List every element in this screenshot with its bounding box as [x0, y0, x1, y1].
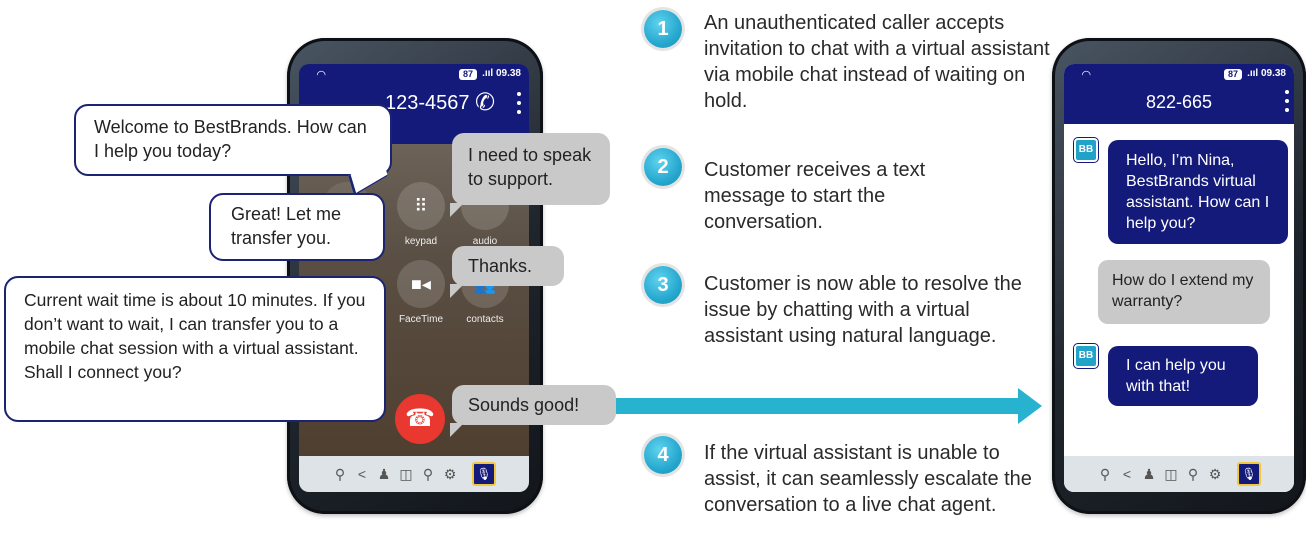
search-icon[interactable]: ⚲	[332, 466, 348, 483]
step-3-text: Customer is now able to resolve the issu…	[704, 273, 1022, 347]
step-4-text: If the virtual assistant is unable to as…	[704, 442, 1032, 516]
chat-message-user: How do I extend my warranty?	[1098, 260, 1270, 324]
people-icon[interactable]: ♟	[376, 466, 392, 483]
bubble-thanks: Thanks.	[450, 246, 564, 298]
keypad-label: keypad	[404, 236, 438, 247]
bubble-sounds-good-text: Sounds good!	[468, 395, 580, 415]
bubble-thanks-text: Thanks.	[468, 256, 533, 276]
right-phone: ◠ 87 .ııl 09.38 822-665 BB Hello, I’m Ni…	[1052, 38, 1306, 514]
bubble-great: Great! Let me transfer you.	[209, 193, 385, 261]
end-call-button[interactable]: ☎	[395, 394, 445, 444]
step-1-text: An unauthenticated caller accepts invita…	[704, 12, 1050, 112]
camera-icon[interactable]: ◫	[398, 466, 414, 483]
bottom-toolbar: ⚲ < ♟ ◫ ⚲ ⚙ 🎙	[1064, 456, 1294, 492]
status-bar: ◠ 87 .ııl 09.38	[299, 64, 529, 86]
transfer-arrow	[616, 398, 1022, 414]
chat-message-text: I can help you with that!	[1126, 357, 1226, 395]
step-3-badge: 3	[644, 266, 682, 304]
signal-time: .ııl 09.38	[482, 68, 521, 79]
search-icon[interactable]: ⚲	[1097, 466, 1113, 483]
step-1-badge: 1	[644, 10, 682, 48]
bubble-wait-time-text: Current wait time is about 10 minutes. I…	[24, 290, 366, 382]
brand-logo-icon: BB	[1074, 344, 1098, 368]
chat-title: 822-665	[1145, 92, 1213, 112]
microphone-icon[interactable]: 🎙	[1237, 462, 1261, 486]
location-icon[interactable]: ⚲	[420, 466, 436, 483]
step-4-badge: 4	[644, 436, 682, 474]
step-2-text: Customer receives a text message to star…	[704, 159, 926, 233]
battery-indicator: 87	[1223, 69, 1242, 80]
facetime-label: FaceTime	[398, 314, 444, 325]
microphone-icon[interactable]: 🎙	[472, 462, 496, 486]
wifi-icon: ◠	[317, 69, 326, 81]
bubble-need-support-text: I need to speak to support.	[468, 145, 592, 189]
status-bar: ◠ 87 .ııl 09.38	[1064, 64, 1294, 86]
bubble-great-text: Great! Let me transfer you.	[231, 204, 342, 248]
chat-message-text: How do I extend my warranty?	[1112, 272, 1254, 310]
bubble-tail	[450, 423, 464, 437]
people-icon[interactable]: ♟	[1141, 466, 1157, 483]
step-2-badge: 2	[644, 148, 682, 186]
bubble-sounds-good: Sounds good!	[450, 385, 616, 437]
chat-screen: ◠ 87 .ııl 09.38 822-665 BB Hello, I’m Ni…	[1064, 64, 1294, 492]
bubble-need-support: I need to speak to support.	[450, 133, 610, 217]
more-menu-icon[interactable]	[516, 92, 522, 119]
bubble-tail	[450, 203, 464, 217]
chat-message-bot: I can help you with that!	[1108, 346, 1258, 406]
battery-indicator: 87	[458, 69, 477, 80]
settings-icon[interactable]: ⚙	[1207, 466, 1223, 483]
transfer-arrow-head	[1018, 388, 1042, 424]
video-icon[interactable]: ■◂	[397, 260, 445, 308]
caller-number: 123-4567	[385, 92, 470, 114]
share-icon[interactable]: <	[354, 466, 370, 482]
phone-handset-icon: ✆	[475, 89, 496, 116]
contacts-label: contacts	[466, 314, 504, 325]
signal-time: .ııl 09.38	[1247, 68, 1286, 79]
bubble-wait-time: Current wait time is about 10 minutes. I…	[4, 276, 386, 422]
share-icon[interactable]: <	[1119, 466, 1135, 482]
chat-message-text: Hello, I’m Nina, BestBrands virtual assi…	[1126, 152, 1270, 232]
chat-message-bot: Hello, I’m Nina, BestBrands virtual assi…	[1108, 140, 1288, 244]
location-icon[interactable]: ⚲	[1185, 466, 1201, 483]
camera-icon[interactable]: ◫	[1163, 466, 1179, 483]
bubble-welcome-text: Welcome to BestBrands. How can I help yo…	[94, 117, 367, 161]
bubble-welcome: Welcome to BestBrands. How can I help yo…	[74, 104, 392, 196]
bubble-tail	[450, 284, 464, 298]
wifi-icon: ◠	[1082, 69, 1091, 81]
brand-logo-icon: BB	[1074, 138, 1098, 162]
bottom-toolbar: ⚲ < ♟ ◫ ⚲ ⚙ 🎙	[299, 456, 529, 492]
more-menu-icon[interactable]	[1284, 90, 1290, 117]
settings-icon[interactable]: ⚙	[442, 466, 458, 483]
keypad-icon[interactable]: ⠿	[397, 182, 445, 230]
